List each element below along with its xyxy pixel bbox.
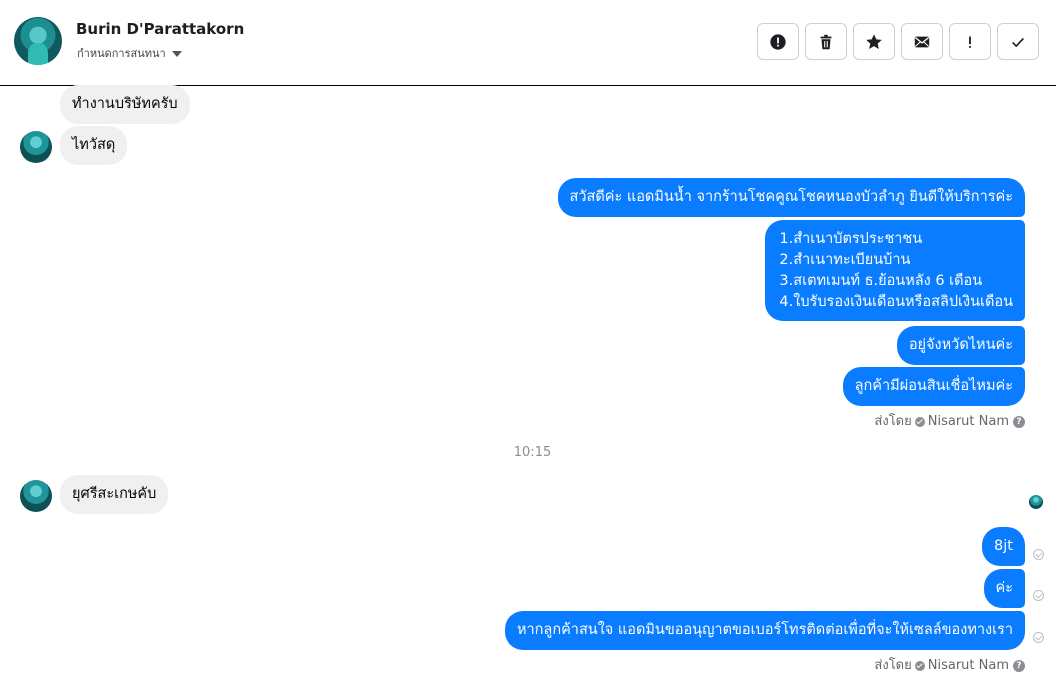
contact-avatar-small[interactable] [20, 131, 52, 163]
contact-avatar-small[interactable] [20, 480, 52, 512]
outgoing-message-list[interactable]: 1.สำเนาบัตรประชาชน 2.สำเนาทะเบียนบ้าน 3.… [765, 220, 1025, 321]
alert-icon [770, 33, 786, 50]
timestamp: 10:15 [513, 445, 552, 460]
incoming-message[interactable]: ทำงานบริษัทครับ [60, 85, 190, 124]
list-item: 1.สำเนาบัตรประชาชน [779, 231, 923, 247]
incoming-message[interactable]: ไทวัสดุ [60, 126, 128, 165]
outgoing-message[interactable]: อยู่จังหวัดไหนค่ะ [896, 326, 1025, 365]
outgoing-message[interactable]: หากลูกค้าสนใจ แอดมินขออนุญาตขอเบอร์โทรติ… [504, 611, 1025, 650]
verified-check-icon [914, 416, 925, 427]
contact-name[interactable]: Burin D'Parattakorn [76, 20, 244, 38]
mark-unread-button[interactable] [901, 23, 943, 60]
delete-button[interactable] [805, 23, 847, 60]
report-button[interactable] [757, 23, 799, 60]
outgoing-message[interactable]: ลูกค้ามีผ่อนสินเชื่อไหมค่ะ [842, 367, 1025, 406]
star-button[interactable] [853, 23, 895, 60]
outgoing-message[interactable]: 8jt [982, 527, 1025, 566]
sent-by-text: ส่งโดย [874, 414, 912, 429]
sender-name[interactable]: Nisarut Nam [928, 658, 1009, 673]
sender-name[interactable]: Nisarut Nam [928, 414, 1009, 429]
important-button[interactable] [949, 23, 991, 60]
sent-by-text: ส่งโดย [874, 658, 912, 673]
sent-by-label: ส่งโดย Nisarut Nam? [874, 654, 1025, 675]
conversation-settings-label: กำหนดการสนทนา [77, 47, 166, 60]
check-icon [1012, 37, 1024, 47]
conversation-settings-dropdown[interactable]: กำหนดการสนทนา [77, 44, 182, 62]
list-item: 3.สเตทเมนท์ ธ.ย้อนหลัง 6 เดือน [779, 273, 983, 289]
list-item: 2.สำเนาทะเบียนบ้าน [779, 252, 911, 268]
incoming-message[interactable]: ยุศรีสะเกษคับ [60, 475, 169, 514]
conversation-header: Burin D'Parattakorn กำหนดการสนทนา [0, 0, 1056, 86]
help-icon[interactable]: ? [1013, 659, 1025, 672]
caret-down-icon [171, 51, 182, 57]
sent-by-label: ส่งโดย Nisarut Nam? [874, 410, 1025, 431]
delivered-check-icon [1033, 549, 1044, 560]
outgoing-message[interactable]: สวัสดีค่ะ แอดมินน้ำ จากร้านโชคคูณโชคหนอง… [557, 178, 1025, 217]
exclamation-icon [969, 36, 971, 48]
read-receipt-avatar [1029, 495, 1043, 509]
delivered-check-icon [1033, 632, 1044, 643]
delivered-check-icon [1033, 590, 1044, 601]
mail-icon [914, 36, 930, 47]
message-thread[interactable]: ทำงานบริษัทครับ ไทวัสดุ สวัสดีค่ะ แอดมิน… [0, 85, 1056, 688]
verified-check-icon [914, 660, 925, 671]
star-icon [866, 33, 882, 49]
contact-avatar[interactable] [14, 17, 62, 65]
outgoing-message[interactable]: ค่ะ [983, 569, 1025, 608]
trash-icon [820, 34, 832, 49]
mark-done-button[interactable] [997, 23, 1039, 60]
help-icon[interactable]: ? [1013, 415, 1025, 428]
list-item: 4.ใบรับรองเงินเดือนหรือสลิปเงินเดือน [779, 294, 1013, 310]
